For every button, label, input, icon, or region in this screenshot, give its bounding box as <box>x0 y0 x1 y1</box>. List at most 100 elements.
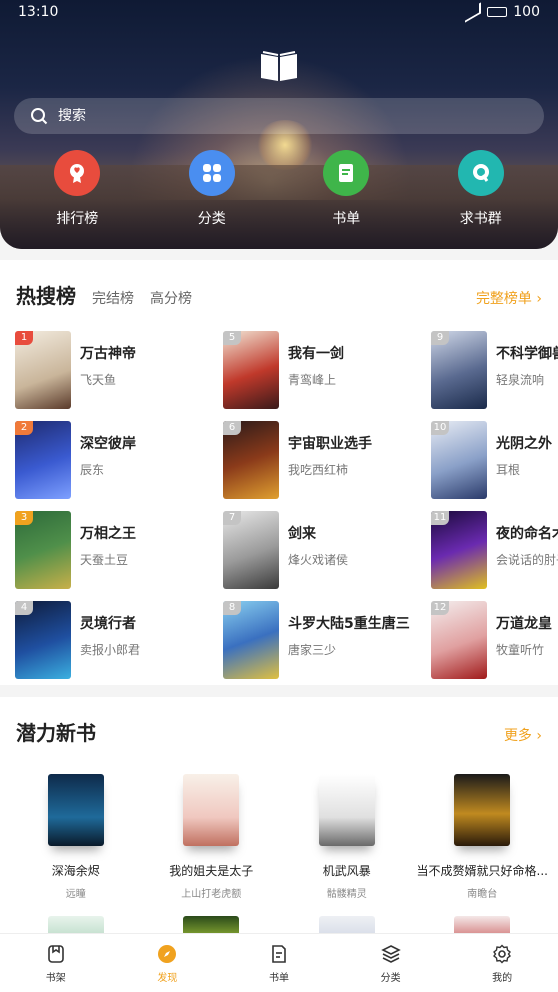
rank-badge: 7 <box>223 511 241 525</box>
quick-link-ranking[interactable]: 排行榜 <box>27 150 127 228</box>
quick-link-booklist[interactable]: 书单 <box>296 150 396 228</box>
book-author: 辰东 <box>80 463 105 477</box>
book-info: 宇宙职业选手 我吃西红柿 <box>288 421 372 499</box>
book-info: 万古神帝 飞天鱼 <box>80 331 136 409</box>
quick-link-label: 排行榜 <box>56 211 99 227</box>
tab-completed[interactable]: 完结榜 <box>92 288 134 308</box>
book-cover <box>183 774 240 846</box>
hot-book-item[interactable]: 4 灵境行者 卖报小郎君 <box>15 601 223 679</box>
booklist-icon <box>323 150 370 196</box>
rank-badge: 3 <box>15 511 33 525</box>
nav-label: 发现 <box>157 972 178 984</box>
hot-book-item[interactable]: 5 我有一剑青鸾峰上 <box>223 331 431 409</box>
rank-badge: 10 <box>431 421 449 435</box>
rank-badge: 2 <box>15 421 33 435</box>
book-author: 骷髅精灵 <box>326 889 367 900</box>
book-cover: 9 <box>431 331 487 409</box>
request-group-icon <box>457 150 504 196</box>
search-input[interactable] <box>58 108 458 124</box>
book-info: 我有一剑 青鸾峰上 <box>288 331 344 409</box>
hot-book-item[interactable]: 2 深空彼岸 辰东 <box>15 421 223 499</box>
book-author: 会说话的肘子 <box>496 553 558 567</box>
open-book-icon <box>261 51 297 81</box>
book-title: 剑来 <box>288 526 316 542</box>
nav-label: 书单 <box>268 972 289 984</box>
new-book-row: 深海余烬 远瞳 我的姐夫是太子 上山打老虎额 机武风暴 骷髅精灵 当不成赘婿就只… <box>0 774 558 900</box>
book-title: 斗罗大陆5重生唐三 <box>288 616 410 632</box>
rank-badge: 9 <box>431 331 449 345</box>
hot-book-item[interactable]: 10 光阴之外耳根 <box>431 421 558 499</box>
hot-book-grid: 1 万古神帝 飞天鱼 2 深空彼岸 辰东 3 万相之王 天蚕土豆 4 灵境行者 … <box>0 331 558 691</box>
book-title: 光阴之外 <box>496 436 552 452</box>
book-info: 万道龙皇 牧童听竹 <box>496 601 552 679</box>
hot-book-item[interactable]: 6 宇宙职业选手 我吃西红柿 <box>223 421 431 499</box>
book-author: 我吃西红柿 <box>288 463 349 477</box>
nav-discover[interactable]: 发现 <box>127 943 207 984</box>
book-info: 夜的命名术会说话的肘子 <box>496 511 558 589</box>
nav-mine[interactable]: 我的 <box>462 943 542 984</box>
ranking-icon <box>54 150 101 196</box>
nav-booklist[interactable]: 书单 <box>239 943 319 984</box>
rank-badge: 8 <box>223 601 241 615</box>
bookshelf-icon <box>45 943 67 965</box>
book-title: 夜的命名术 <box>496 526 558 542</box>
search-bar[interactable] <box>14 98 544 134</box>
hot-book-item[interactable]: 8 斗罗大陆5重生唐三 唐家三少 <box>223 601 431 679</box>
nav-bookshelf[interactable]: 书架 <box>16 943 96 984</box>
hot-section-header: 热搜榜 完结榜 高分榜 完整榜单 › <box>0 260 558 309</box>
book-title: 万古神帝 <box>80 346 136 362</box>
book-info: 光阴之外 耳根 <box>496 421 552 499</box>
new-book-item[interactable]: 我的姐夫是太子 上山打老虎额 <box>146 774 276 900</box>
full-list-label: 完整榜单 <box>475 291 532 307</box>
section-title: 潜力新书 <box>16 721 96 745</box>
book-author: 青鸾峰上 <box>288 373 337 387</box>
book-cover <box>318 774 375 846</box>
nav-label: 书架 <box>45 972 66 984</box>
quick-link-request-group[interactable]: 求书群 <box>431 150 531 228</box>
quick-link-label: 书单 <box>332 211 361 227</box>
category-icon <box>188 150 235 196</box>
book-info: 深空彼岸 辰东 <box>80 421 136 499</box>
book-cover: 1 <box>15 331 71 409</box>
new-book-item[interactable]: 机武风暴 骷髅精灵 <box>282 774 412 900</box>
rank-badge: 5 <box>223 331 241 345</box>
rank-badge: 11 <box>431 511 449 525</box>
quick-link-category[interactable]: 分类 <box>162 150 262 228</box>
rank-badge: 12 <box>431 601 449 615</box>
book-cover: 4 <box>15 601 71 679</box>
hot-book-item[interactable]: 9 不科学御兽轻泉流响 <box>431 331 558 409</box>
book-info: 万相之王 天蚕土豆 <box>80 511 136 589</box>
full-list-link[interactable]: 完整榜单 › <box>476 288 542 308</box>
book-author: 烽火戏诸侯 <box>288 553 349 567</box>
new-book-item[interactable]: 深海余烬 远瞳 <box>11 774 141 900</box>
more-label: 更多 <box>503 728 532 744</box>
hot-book-item[interactable]: 7 剑来烽火戏诸侯 <box>223 511 431 589</box>
book-cover: 7 <box>223 511 279 589</box>
hot-book-item[interactable]: 1 万古神帝 飞天鱼 <box>15 331 223 409</box>
status-icons: 100 <box>465 1 540 23</box>
status-bar: 13:10 100 <box>0 0 558 24</box>
settings-icon <box>491 943 513 965</box>
more-link[interactable]: 更多 › <box>504 725 542 745</box>
book-cover: 5 <box>223 331 279 409</box>
nav-category[interactable]: 分类 <box>351 943 431 984</box>
book-info: 斗罗大陆5重生唐三 唐家三少 <box>288 601 410 679</box>
book-author: 远瞳 <box>65 889 86 900</box>
hot-book-item[interactable]: 11 夜的命名术会说话的肘子 <box>431 511 558 589</box>
book-title: 我的姐夫是太子 <box>169 864 254 878</box>
rank-badge: 6 <box>223 421 241 435</box>
new-book-item[interactable]: 当不成赘婿就只好命格... 南瞻台 <box>417 774 548 900</box>
chevron-right-icon: › <box>536 291 542 307</box>
quick-links: 排行榜 分类 书单 求书群 <box>0 150 558 228</box>
tab-high-score[interactable]: 高分榜 <box>150 288 192 308</box>
book-author: 牧童听竹 <box>496 643 545 657</box>
section-title: 热搜榜 <box>16 284 76 308</box>
book-cover: 12 <box>431 601 487 679</box>
book-author: 耳根 <box>496 463 521 477</box>
book-cover: 11 <box>431 511 487 589</box>
book-title: 我有一剑 <box>288 346 344 362</box>
hot-book-item[interactable]: 12 万道龙皇 牧童听竹 <box>431 601 558 679</box>
book-author: 南瞻台 <box>467 889 498 900</box>
rank-badge: 1 <box>15 331 33 345</box>
hot-book-item[interactable]: 3 万相之王 天蚕土豆 <box>15 511 223 589</box>
